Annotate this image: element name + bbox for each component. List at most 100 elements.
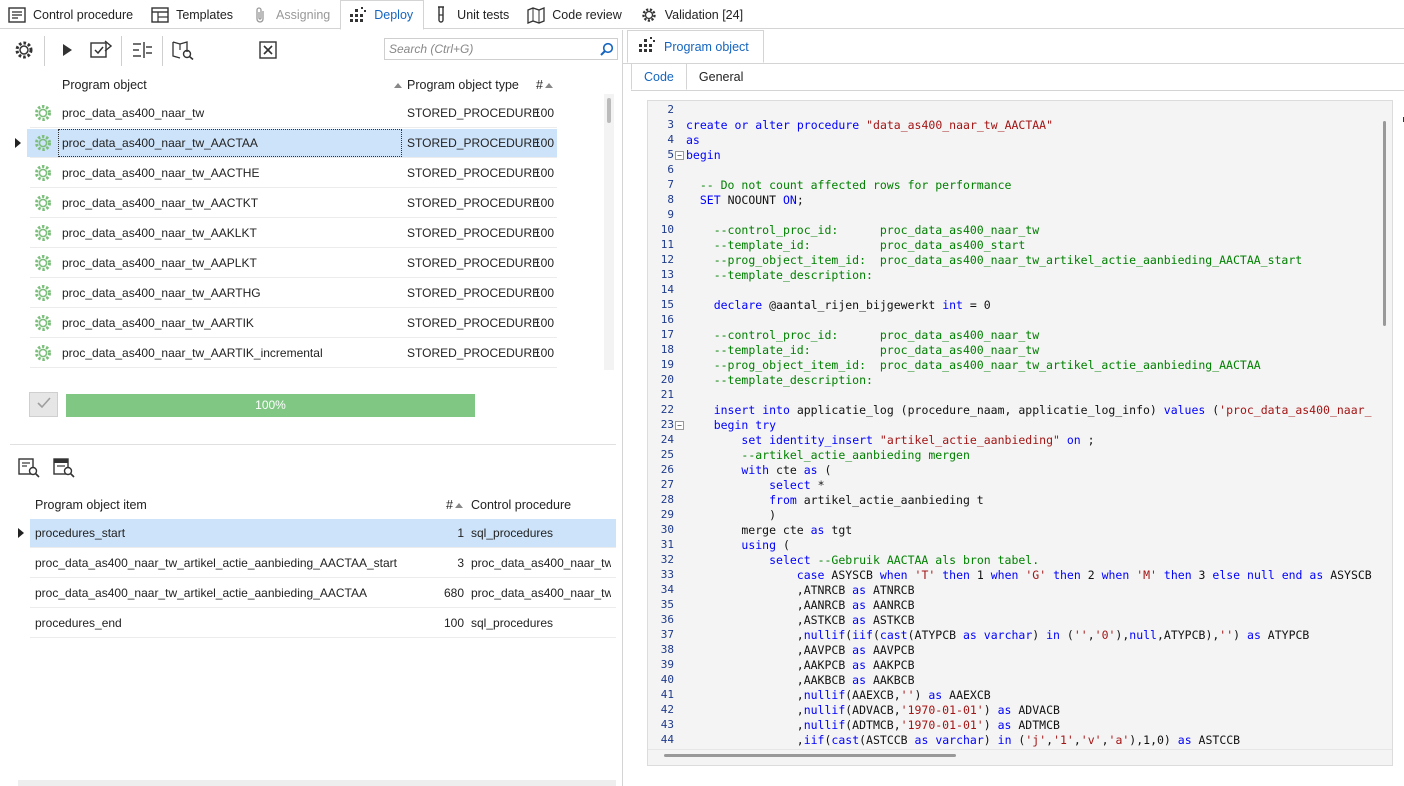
code-token: then	[942, 568, 970, 582]
settings-button[interactable]	[10, 38, 38, 64]
code-token: ATNRCB	[866, 583, 915, 597]
compare-button[interactable]	[128, 38, 156, 64]
program-object-row[interactable]: proc_data_as400_naar_tw_AACTHE STORED_PRO…	[0, 158, 602, 188]
stored-procedure-gear-icon	[33, 163, 53, 183]
col-header-count[interactable]: #	[536, 78, 553, 92]
code-line: 37 ,nullif(iif(cast(ATYPCB as varchar) i…	[648, 628, 1376, 643]
ok-button[interactable]	[29, 392, 58, 417]
tab-templates[interactable]: Templates	[143, 0, 243, 29]
code-horizontal-scroll-thumb[interactable]	[664, 754, 956, 757]
program-object-type: STORED_PROCEDURE	[407, 286, 541, 300]
col-header-program-object-item[interactable]: Program object item	[35, 498, 147, 512]
program-object-row[interactable]: proc_data_as400_naar_tw_AAPLKT STORED_PRO…	[0, 248, 602, 278]
subtab-general[interactable]: General	[687, 64, 755, 90]
program-object-row[interactable]: proc_data_as400_naar_tw_AAKLKT STORED_PRO…	[0, 218, 602, 248]
code-vertical-scroll-thumb[interactable]	[1383, 121, 1386, 326]
program-object-item-row[interactable]: proc_data_as400_naar_tw_artikel_actie_aa…	[0, 578, 616, 608]
search-icon[interactable]	[597, 42, 617, 56]
program-object-row[interactable]: proc_data_as400_naar_tw STORED_PROCEDURE 1…	[0, 98, 602, 128]
fold-toggle-icon[interactable]: −	[675, 151, 684, 160]
fold-toggle-icon[interactable]: −	[675, 421, 684, 430]
code-line: 32 select --Gebruik AACTAA als bron tabe…	[648, 553, 1376, 568]
items-toolbar	[0, 454, 621, 484]
program-object-count: 100	[534, 286, 555, 300]
col-header-control-procedure[interactable]: Control procedure	[471, 498, 571, 512]
program-object-row[interactable]: proc_data_as400_naar_tw_AACTKT STORED_PRO…	[0, 188, 602, 218]
tab-label: Unit tests	[457, 7, 510, 22]
code-editor[interactable]: 2 3 create or alter procedure "data_as400_…	[647, 100, 1393, 766]
line-number: 17	[660, 328, 674, 341]
search-box[interactable]	[384, 38, 618, 60]
search-list-button[interactable]	[15, 456, 43, 482]
code-token: when	[990, 568, 1019, 582]
code-token: 'M'	[1136, 568, 1157, 582]
tab-validation[interactable]: Validation [24]	[632, 0, 753, 29]
code-token: ,	[686, 703, 804, 717]
code-line: 34 ,ATNRCB as ATNRCB	[648, 583, 1376, 598]
program-object-item-row[interactable]: proc_data_as400_naar_tw_artikel_actie_aa…	[0, 548, 616, 578]
code-line: 9	[648, 208, 1376, 223]
items-horizontal-scrollbar[interactable]	[18, 780, 616, 786]
book-search-button[interactable]	[169, 38, 197, 64]
code-line: 27 select *	[648, 478, 1376, 493]
item-control-procedure: sql_procedures	[471, 616, 554, 630]
cancel-button[interactable]	[254, 38, 282, 64]
col-header-program-object[interactable]: Program object	[62, 78, 147, 92]
tab-deploy[interactable]: Deploy	[340, 0, 425, 30]
line-number: 32	[660, 553, 674, 566]
map-icon	[527, 6, 545, 24]
program-object-scrollbar[interactable]	[604, 94, 614, 370]
code-token: as	[852, 658, 867, 672]
line-number: 41	[660, 688, 674, 701]
line-number: 7	[667, 178, 674, 191]
code-token: '1970-01-01'	[900, 703, 984, 717]
program-object-row[interactable]: proc_data_as400_naar_tw_AARTIK_increment…	[0, 338, 602, 368]
program-object-row[interactable]: proc_data_as400_naar_tw_AARTHG STORED_PRO…	[0, 278, 602, 308]
search-input[interactable]	[389, 42, 597, 56]
program-object-item-row[interactable]: procedures_end 100 sql_procedures	[0, 608, 616, 638]
deploy-check-button[interactable]	[87, 38, 115, 64]
program-object-row[interactable]: proc_data_as400_naar_tw_AACTAA STORED_PRO…	[0, 128, 602, 158]
code-token: ADTMCB	[1011, 718, 1060, 732]
check-icon	[36, 396, 52, 413]
line-number: 31	[660, 538, 674, 551]
paperclip-icon	[251, 6, 269, 24]
item-count: 1	[457, 526, 464, 540]
search-document-button[interactable]	[50, 456, 78, 482]
tab-assigning[interactable]: Assigning	[243, 0, 340, 29]
program-object-name: proc_data_as400_naar_tw_AACTAA	[62, 136, 258, 150]
code-token: ATYPCB	[1260, 628, 1310, 642]
progress-label: 100%	[255, 398, 286, 412]
col-header-item-count[interactable]: #	[446, 498, 463, 512]
code-horizontal-scrollbar[interactable]	[648, 749, 1392, 765]
code-line: 33 case ASYSCB when 'T' then 1 when 'G' …	[648, 568, 1376, 583]
code-token: cte	[769, 463, 804, 477]
program-object-row[interactable]: proc_data_as400_naar_tw_AARTIK STORED_PRO…	[0, 308, 602, 338]
item-count: 100	[443, 616, 464, 630]
col-header-program-object-type[interactable]: Program object type	[407, 78, 519, 92]
code-token: ;	[796, 193, 804, 207]
tab-control-procedure[interactable]: Control procedure	[0, 0, 143, 29]
code-text: declare @aantal_rijen_bijgewerkt int = 0	[686, 298, 991, 312]
program-object-item-row[interactable]: procedures_start 1 sql_procedures	[0, 518, 616, 548]
deploy-icon	[638, 36, 656, 57]
code-token: select	[769, 553, 811, 567]
code-token: begin	[713, 418, 749, 432]
panel-splitter[interactable]	[10, 444, 616, 445]
subtab-code[interactable]: Code	[631, 64, 687, 90]
code-text: case ASYSCB when 'T' then 1 when 'G' the…	[686, 568, 1372, 582]
deploy-left-panel: Program object Program object type # pro…	[0, 30, 621, 786]
tab-unit-tests[interactable]: Unit tests	[424, 0, 519, 29]
progress-bar: 100%	[66, 394, 475, 417]
program-object-type: STORED_PROCEDURE	[407, 346, 541, 360]
code-token: (	[817, 463, 832, 477]
tab-program-object[interactable]: Program object	[627, 30, 764, 63]
row-expander-icon[interactable]	[15, 138, 21, 148]
code-view[interactable]: 2 3 create or alter procedure "data_as400_…	[648, 101, 1376, 751]
code-line: 24 set identity_insert "artikel_actie_aa…	[648, 433, 1376, 448]
tab-code-review[interactable]: Code review	[519, 0, 631, 29]
row-expander-icon[interactable]	[18, 528, 24, 538]
run-button[interactable]	[53, 38, 81, 64]
code-token: AANRCB	[866, 598, 915, 612]
